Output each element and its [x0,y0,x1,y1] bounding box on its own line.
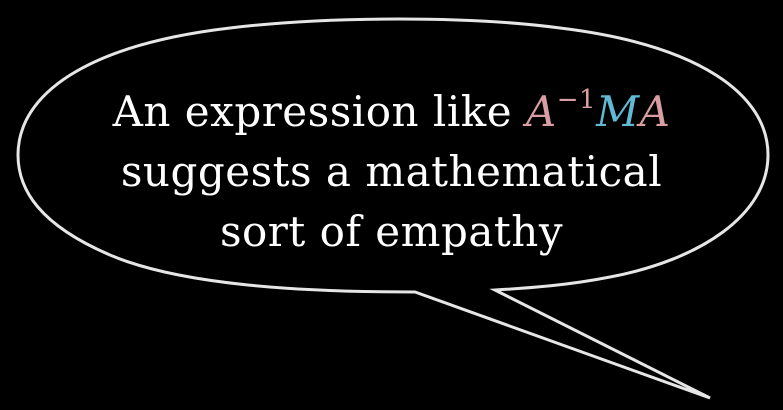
math-expression: A−1MA [525,85,671,136]
text-line-1: An expression like A−1MA [0,70,783,142]
math-m: M [596,87,640,136]
math-exponent: −1 [556,85,597,115]
speech-bubble-text: An expression like A−1MA suggests a math… [0,70,783,262]
line1-prefix: An expression like [112,87,526,136]
text-line-3: sort of empathy [219,207,564,256]
text-line-2: suggests a mathematical [120,147,663,196]
math-a: A [639,87,671,136]
math-a-inverse: A [525,87,557,136]
